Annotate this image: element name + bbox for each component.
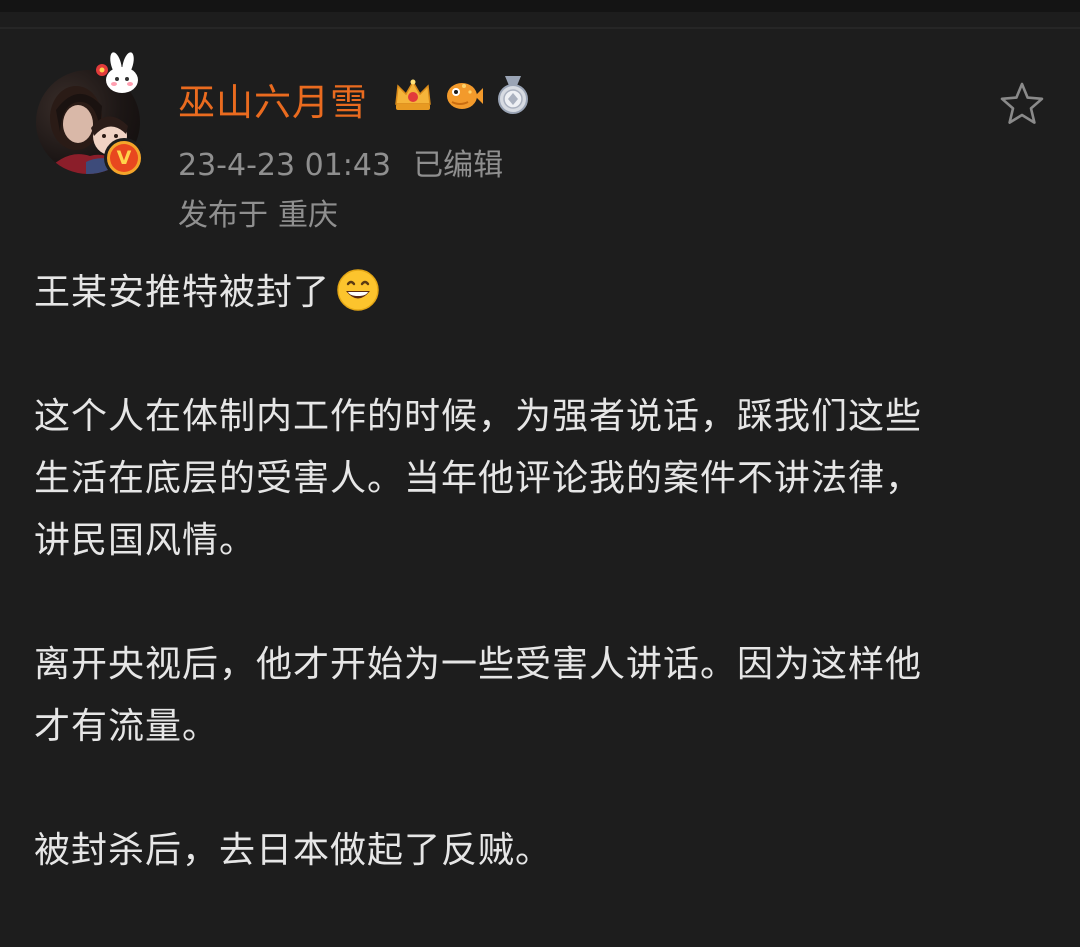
edited-label[interactable]: 已编辑 [413, 148, 503, 183]
post-content: 王某安推特被封了 这个人在体制内工作的时候，为强者说话，踩我们这些 生活在底层的… [34, 262, 1044, 944]
fish-badge-icon[interactable] [442, 74, 484, 116]
text-line: 讲民国风情。 [34, 520, 257, 561]
text-line: 才有流量。 [34, 706, 220, 747]
location-prefix: 发布于 [178, 198, 268, 233]
text-line: 这个人在体制内工作的时候，为强者说话，踩我们这些 [34, 396, 923, 437]
grinning-face-icon [337, 269, 379, 311]
top-bar [0, 0, 1080, 12]
divider [0, 27, 1080, 29]
text-line: 离开央视后，他才开始为一些受害人讲话。因为这样他 [34, 644, 923, 685]
post-meta: 23-4-23 01:43 已编辑 [178, 140, 503, 184]
rabbit-pendant-icon [96, 52, 138, 93]
favorite-star-icon[interactable] [998, 80, 1046, 128]
crown-badge-icon[interactable] [392, 74, 434, 116]
medal-badge-icon[interactable] [492, 74, 534, 116]
post-location: 发布于 重庆 [178, 190, 338, 234]
author-name[interactable]: 巫山六月雪 [178, 72, 368, 126]
text-line: 被封杀后，去日本做起了反贼。 [34, 830, 553, 871]
paragraph: 这个人在体制内工作的时候，为强者说话，踩我们这些 生活在底层的受害人。当年他评论… [34, 386, 1044, 572]
paragraph: 离开央视后，他才开始为一些受害人讲话。因为这样他 才有流量。 [34, 634, 1044, 758]
author-badges [392, 74, 534, 116]
text-line: 王某安推特被封了 [34, 262, 1044, 324]
paragraph: 王某安推特被封了 [34, 262, 1044, 324]
paragraph: 被封杀后，去日本做起了反贼。 [34, 820, 1044, 882]
text-line-content: 王某安推特被封了 [34, 272, 331, 313]
post-time: 23-4-23 01:43 [178, 148, 392, 183]
text-line: 生活在底层的受害人。当年他评论我的案件不讲法律， [34, 458, 923, 499]
location-name: 重庆 [278, 198, 338, 233]
verified-badge-icon: V [104, 138, 144, 178]
